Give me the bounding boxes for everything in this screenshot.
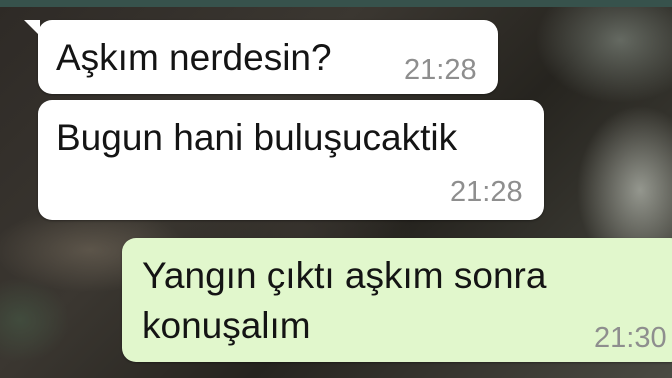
header-bar-edge <box>0 0 672 7</box>
message-text: Bugun hani buluşucaktik <box>56 117 458 158</box>
chat-wallpaper: Aşkım nerdesin? 21:28 Bugun hani buluşuc… <box>0 0 672 378</box>
bubble-tail <box>24 20 40 36</box>
message-timestamp: 21:28 <box>450 176 523 208</box>
incoming-message-bubble[interactable]: Aşkım nerdesin? 21:28 <box>24 20 498 94</box>
message-text-line-2: konuşalım <box>142 305 311 346</box>
message-timestamp: 21:28 <box>404 54 477 86</box>
message-timestamp: 21:30 <box>594 322 667 354</box>
outgoing-message-bubble[interactable]: Yangın çıktı aşkım sonra konuşalım 21:30 <box>122 238 672 362</box>
message-text-line-1: Yangın çıktı aşkım sonra <box>142 255 547 296</box>
incoming-message-bubble[interactable]: Bugun hani buluşucaktik 21:28 <box>38 100 544 220</box>
message-text: Aşkım nerdesin? <box>56 37 332 78</box>
